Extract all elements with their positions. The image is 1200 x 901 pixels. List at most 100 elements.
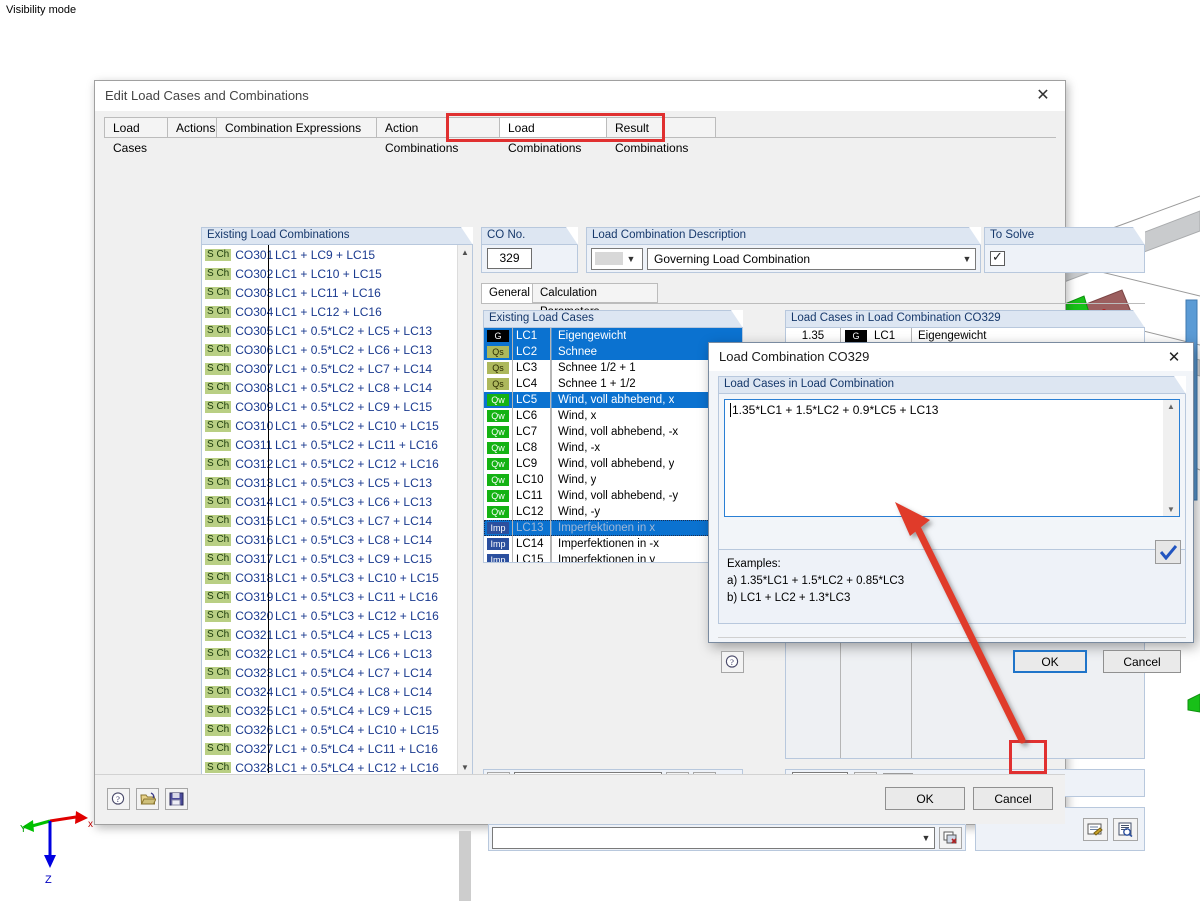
inspect-combination-icon[interactable]	[1113, 817, 1138, 841]
load-case-badge: Imp	[487, 522, 509, 534]
load-case-row[interactable]: Qw LC12 Wind, -y	[484, 504, 742, 520]
load-case-badge-cell: Qs	[484, 378, 512, 390]
load-case-row[interactable]: Qw LC11 Wind, voll abhebend, -y	[484, 488, 742, 504]
tab-result-combinations[interactable]: Result Combinations	[606, 117, 716, 155]
co-row-badge: S Ch	[205, 495, 232, 508]
modal-cancel-button[interactable]: Cancel	[1103, 650, 1181, 673]
blue-check-icon[interactable]	[1155, 540, 1181, 564]
co-number-input[interactable]: 329	[487, 248, 532, 269]
to-solve-checkbox[interactable]	[990, 249, 1005, 266]
co-list-row[interactable]: S Ch CO326 LC1 + 0.5*LC4 + LC10 + LC15	[202, 720, 457, 739]
tab-load-cases[interactable]: Load Cases	[104, 117, 168, 155]
co-list-row[interactable]: S Ch CO314 LC1 + 0.5*LC3 + LC6 + LC13	[202, 492, 457, 511]
co-row-description: LC1 + 0.5*LC2 + LC9 + LC15	[275, 399, 433, 414]
co-row-badge-cell: S Ch CO322	[202, 647, 273, 661]
co-list-row[interactable]: S Ch CO306 LC1 + 0.5*LC2 + LC6 + LC13	[202, 340, 457, 359]
load-case-badge-cell: Imp	[484, 522, 512, 534]
chevron-down-icon[interactable]: ▼	[918, 833, 934, 843]
co-row-badge-cell: S Ch CO314	[202, 495, 273, 509]
load-case-badge-cell: Qw	[484, 490, 512, 502]
load-case-row[interactable]: Qs LC4 Schnee 1 + 1/2	[484, 376, 742, 392]
co-list-row[interactable]: S Ch CO328 LC1 + 0.5*LC4 + LC12 + LC16	[202, 758, 457, 773]
co-list-row[interactable]: S Ch CO321 LC1 + 0.5*LC4 + LC5 + LC13	[202, 625, 457, 644]
co-scroll-thumb[interactable]	[459, 831, 471, 901]
cancel-button[interactable]: Cancel	[973, 787, 1053, 810]
load-case-row[interactable]: Imp LC15 Imperfektionen in y	[484, 552, 742, 562]
comment-combo[interactable]: ▼	[492, 826, 935, 849]
co-list-row[interactable]: S Ch CO302 LC1 + LC10 + LC15	[202, 264, 457, 283]
co-list-row[interactable]: S Ch CO319 LC1 + 0.5*LC3 + LC11 + LC16	[202, 587, 457, 606]
scroll-up-icon[interactable]: ▲	[458, 245, 472, 260]
description-color-combo[interactable]: ▼	[591, 247, 643, 270]
load-case-row[interactable]: Imp LC13 Imperfektionen in x	[484, 520, 742, 536]
load-case-row[interactable]: Qw LC8 Wind, -x	[484, 440, 742, 456]
co-list-vertical-scrollbar[interactable]: ▲ ▼	[457, 245, 472, 901]
co-list-row[interactable]: S Ch CO310 LC1 + 0.5*LC2 + LC10 + LC15	[202, 416, 457, 435]
co-list-row[interactable]: S Ch CO312 LC1 + 0.5*LC2 + LC12 + LC16	[202, 454, 457, 473]
co-list-row[interactable]: S Ch CO325 LC1 + 0.5*LC4 + LC9 + LC15	[202, 701, 457, 720]
co-list-row[interactable]: S Ch CO316 LC1 + 0.5*LC3 + LC8 + LC14	[202, 530, 457, 549]
help-icon[interactable]: ?	[107, 788, 130, 810]
co-list-row[interactable]: S Ch CO322 LC1 + 0.5*LC4 + LC6 + LC13	[202, 644, 457, 663]
tab-actions[interactable]: Actions	[167, 117, 217, 138]
tab-combination-expressions[interactable]: Combination Expressions	[216, 117, 377, 138]
co-list-row[interactable]: S Ch CO327 LC1 + 0.5*LC4 + LC11 + LC16	[202, 739, 457, 758]
co-list-row[interactable]: S Ch CO305 LC1 + 0.5*LC2 + LC5 + LC13	[202, 321, 457, 340]
co-list-row[interactable]: S Ch CO313 LC1 + 0.5*LC3 + LC5 + LC13	[202, 473, 457, 492]
close-icon[interactable]: ✕	[1027, 85, 1059, 107]
load-case-row[interactable]: Imp LC14 Imperfektionen in -x	[484, 536, 742, 552]
co-row-description: LC1 + 0.5*LC2 + LC8 + LC14	[275, 380, 433, 395]
co-list-row[interactable]: S Ch CO318 LC1 + 0.5*LC3 + LC10 + LC15	[202, 568, 457, 587]
folder-open-icon[interactable]	[136, 788, 159, 810]
description-combo[interactable]: Governing Load Combination ▼	[647, 247, 976, 270]
co-list-row[interactable]: S Ch CO323 LC1 + 0.5*LC4 + LC7 + LC14	[202, 663, 457, 682]
load-case-row[interactable]: Qw LC5 Wind, voll abhebend, x	[484, 392, 742, 408]
co-list-row[interactable]: S Ch CO308 LC1 + 0.5*LC2 + LC8 + LC14	[202, 378, 457, 397]
co-list-row[interactable]: S Ch CO320 LC1 + 0.5*LC3 + LC12 + LC16	[202, 606, 457, 625]
existing-load-combinations-list[interactable]: S Ch CO301 LC1 + LC9 + LC15 S Ch CO302 LC1 + …	[202, 245, 457, 773]
in-combination-factor[interactable]: 1.35	[786, 330, 840, 342]
co-row-description: LC1 + LC10 + LC15	[275, 266, 382, 281]
load-case-row[interactable]: Qs LC3 Schnee 1/2 + 1	[484, 360, 742, 376]
edit-parameters-icon[interactable]	[1083, 817, 1108, 841]
co-list-row[interactable]: S Ch CO303 LC1 + LC11 + LC16	[202, 283, 457, 302]
co-row-badge-cell: S Ch CO301	[202, 248, 273, 262]
modal-ok-button[interactable]: OK	[1013, 650, 1087, 673]
load-case-row[interactable]: G LC1 Eigengewicht	[484, 328, 742, 344]
scroll-down-icon[interactable]: ▼	[1163, 505, 1179, 514]
scroll-down-icon[interactable]: ▼	[458, 760, 472, 775]
co-list-row[interactable]: S Ch CO307 LC1 + 0.5*LC2 + LC7 + LC14	[202, 359, 457, 378]
co-list-row[interactable]: S Ch CO309 LC1 + 0.5*LC2 + LC9 + LC15	[202, 397, 457, 416]
tab-action-combinations[interactable]: Action Combinations	[376, 117, 500, 155]
load-case-row[interactable]: Qw LC6 Wind, x	[484, 408, 742, 424]
co-list-row[interactable]: S Ch CO317 LC1 + 0.5*LC3 + LC9 + LC15	[202, 549, 457, 568]
chevron-down-icon[interactable]: ▼	[623, 254, 639, 264]
tab-load-combinations[interactable]: Load Combinations	[499, 117, 607, 155]
clear-comment-icon[interactable]	[939, 826, 962, 849]
load-case-row[interactable]: Qw LC7 Wind, voll abhebend, -x	[484, 424, 742, 440]
existing-load-cases-list[interactable]: G LC1 Eigengewicht Qs LC2 Schnee Qs LC3 Schnee 1…	[484, 328, 742, 562]
description-color-swatch	[595, 252, 623, 265]
formula-vertical-scrollbar[interactable]: ▲ ▼	[1163, 400, 1179, 516]
in-combination-description: Eigengewicht	[918, 330, 987, 342]
co-list-row[interactable]: S Ch CO304 LC1 + LC12 + LC16	[202, 302, 457, 321]
close-icon[interactable]: ✕	[1159, 346, 1189, 368]
help-icon[interactable]: ?	[721, 651, 744, 673]
co-list-row[interactable]: S Ch CO301 LC1 + LC9 + LC15	[202, 245, 457, 264]
load-case-row[interactable]: Qw LC10 Wind, y	[484, 472, 742, 488]
load-case-badge: Qw	[487, 506, 509, 518]
chevron-down-icon[interactable]: ▼	[959, 254, 975, 264]
inner-tab-general[interactable]: General	[481, 283, 533, 304]
co-row-description: LC1 + 0.5*LC2 + LC10 + LC15	[275, 418, 439, 433]
load-case-row[interactable]: Qs LC2 Schnee	[484, 344, 742, 360]
save-icon[interactable]	[165, 788, 188, 810]
load-case-id: LC4	[516, 378, 538, 390]
co-list-row[interactable]: S Ch CO315 LC1 + 0.5*LC3 + LC7 + LC14	[202, 511, 457, 530]
inner-tab-calculation-parameters[interactable]: Calculation Parameters	[532, 283, 658, 318]
load-case-row[interactable]: Qw LC9 Wind, voll abhebend, y	[484, 456, 742, 472]
formula-textarea[interactable]: 1.35*LC1 + 1.5*LC2 + 0.9*LC5 + LC13 ▲ ▼	[724, 399, 1180, 517]
co-list-row[interactable]: S Ch CO324 LC1 + 0.5*LC4 + LC8 + LC14	[202, 682, 457, 701]
ok-button[interactable]: OK	[885, 787, 965, 810]
co-list-row[interactable]: S Ch CO311 LC1 + 0.5*LC2 + LC11 + LC16	[202, 435, 457, 454]
scroll-up-icon[interactable]: ▲	[1163, 402, 1179, 411]
